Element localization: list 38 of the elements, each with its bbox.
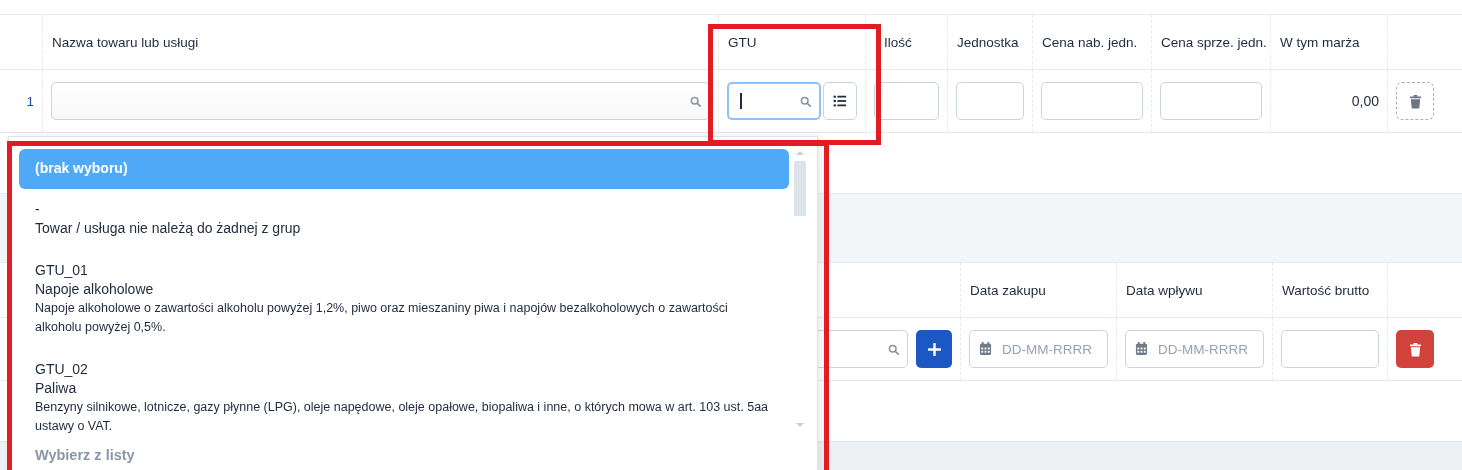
trash-icon <box>1408 93 1422 109</box>
trash-icon <box>1408 341 1422 357</box>
list-icon <box>833 94 847 108</box>
calendar-icon <box>979 342 992 355</box>
column-header: W tym marża <box>1280 34 1360 50</box>
scrollbar[interactable] <box>793 149 807 427</box>
calendar-icon <box>1135 342 1148 355</box>
column-header: Wartość brutto <box>1282 282 1370 298</box>
delete-button[interactable] <box>1396 330 1434 368</box>
unit-field[interactable] <box>956 82 1024 120</box>
delete-button[interactable] <box>1396 82 1434 120</box>
search-icon <box>690 95 701 107</box>
search-icon <box>888 343 899 355</box>
column-header: GTU <box>728 34 757 50</box>
dropdown-option[interactable]: GTU_02 Paliwa Benzyny silnikowe, lotnicze, gazy płynne (LPG), oleje napędowe, oleje opałowe, biopaliwa i inne, o których mowa w art. 103 ust. 5aa ustawy o VAT. <box>19 349 789 439</box>
column-header: Data zakupu <box>970 282 1046 298</box>
purchase-date-field[interactable]: DD-MM-RRRR <box>969 330 1108 368</box>
gtu-search-field[interactable] <box>727 82 821 120</box>
gross-value-field[interactable] <box>1281 330 1379 368</box>
plus-icon <box>927 342 941 356</box>
column-header: Jednostka <box>957 34 1019 50</box>
column-header: Cena sprze. jedn. <box>1161 34 1267 50</box>
product-search-field[interactable] <box>51 82 710 120</box>
sale-price-field[interactable] <box>1160 82 1262 120</box>
quantity-field[interactable] <box>874 82 939 120</box>
receipt-date-field[interactable]: DD-MM-RRRR <box>1125 330 1264 368</box>
column-header: Data wpływu <box>1126 282 1203 298</box>
margin-value: 0,00 <box>1351 93 1379 109</box>
purchase-price-field[interactable] <box>1041 82 1143 120</box>
row-number: 1 <box>26 93 34 109</box>
dropdown-option[interactable]: GTU_01 Napoje alkoholowe Napoje alkoholowe o zawartości alkoholu powyżej 1,2%, piwo oraz mieszaniny piwa i napojów bezalkoholowych o zawartości alkoholu powyżej 0,5%. <box>19 250 789 349</box>
dropdown-option[interactable]: - Towar / usługa nie należą do żadnej z grup <box>19 189 789 250</box>
column-header: Cena nab. jedn. <box>1042 34 1138 50</box>
list-button[interactable] <box>823 82 857 120</box>
column-header: Ilość <box>884 34 912 50</box>
search-icon <box>800 95 811 107</box>
column-header: Nazwa towaru lub usługi <box>52 34 199 50</box>
add-button[interactable] <box>916 330 952 368</box>
